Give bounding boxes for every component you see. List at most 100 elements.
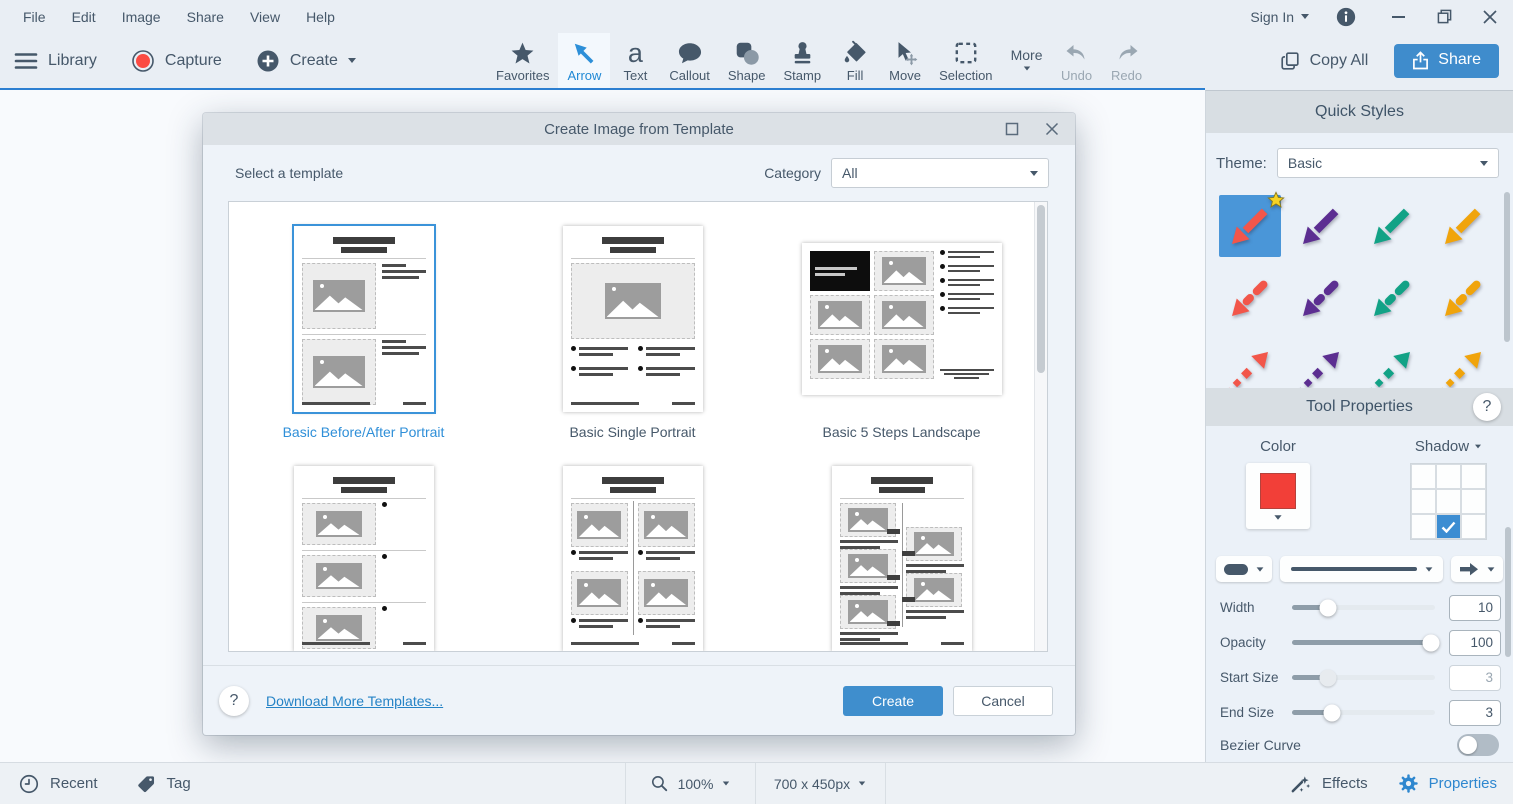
bezier-curve-toggle[interactable] (1457, 734, 1499, 756)
tool-properties-help-button[interactable]: ? (1473, 393, 1501, 421)
color-shadow-row: Color Shadow (1206, 426, 1513, 540)
effects-button[interactable]: Effects (1289, 772, 1368, 795)
start-size-slider[interactable] (1292, 675, 1435, 680)
arrow-style-red-solid[interactable] (1214, 190, 1285, 262)
theme-dropdown[interactable]: Basic (1277, 148, 1499, 178)
end-size-input[interactable] (1449, 700, 1501, 726)
minimize-button[interactable] (1375, 0, 1421, 33)
width-input[interactable] (1449, 595, 1501, 621)
copy-all-button[interactable]: Copy All (1279, 50, 1369, 72)
info-icon[interactable] (1335, 6, 1357, 28)
template-card-3-steps-portrait[interactable] (229, 466, 498, 652)
template-list-scrollbar[interactable] (1034, 202, 1047, 651)
redo-button[interactable]: Redo (1102, 33, 1152, 88)
magic-wand-icon (1289, 772, 1312, 795)
template-card-4-grid-portrait[interactable] (498, 466, 767, 652)
arrow-style-amber-dashed[interactable] (1428, 262, 1499, 334)
theme-value: Basic (1288, 155, 1322, 171)
download-more-templates-link[interactable]: Download More Templates... (266, 693, 443, 709)
slider-thumb[interactable] (1422, 634, 1439, 651)
template-card-timeline-portrait[interactable] (767, 466, 1036, 652)
color-picker[interactable] (1246, 463, 1310, 529)
menu-image[interactable]: Image (109, 9, 174, 25)
tool-arrow[interactable]: Arrow (558, 33, 610, 88)
shadow-cell[interactable] (1436, 489, 1461, 514)
restore-button[interactable] (1421, 0, 1467, 33)
arrow-style-purple-dotted[interactable] (1285, 334, 1356, 388)
category-label: Category (764, 165, 821, 181)
arrow-style-purple-dashed[interactable] (1285, 262, 1356, 334)
opacity-slider[interactable] (1292, 640, 1435, 645)
arrow-style-teal-dashed[interactable] (1357, 262, 1428, 334)
arrow-style-amber-dotted[interactable] (1428, 334, 1499, 388)
menu-share[interactable]: Share (174, 9, 237, 25)
tool-fill[interactable]: Fill (830, 33, 880, 88)
arrow-tail-dropdown[interactable] (1216, 556, 1272, 582)
help-button[interactable]: ? (219, 686, 249, 716)
effects-label: Effects (1322, 775, 1368, 792)
cancel-button[interactable]: Cancel (953, 686, 1053, 716)
width-slider[interactable] (1292, 605, 1435, 610)
scrollbar-thumb[interactable] (1037, 205, 1045, 373)
tool-properties-scrollbar[interactable] (1505, 527, 1511, 657)
template-card-5-steps-landscape[interactable]: Basic 5 Steps Landscape (767, 226, 1036, 440)
share-button[interactable]: Share (1394, 44, 1499, 78)
arrow-style-teal-dotted[interactable] (1357, 334, 1428, 388)
library-button[interactable]: Library (14, 51, 97, 71)
shadow-cell[interactable] (1461, 489, 1486, 514)
end-size-slider[interactable] (1292, 710, 1435, 715)
template-card-single-portrait[interactable]: Basic Single Portrait (498, 226, 767, 440)
shadow-label-wrap[interactable]: Shadow (1415, 438, 1482, 455)
tool-stamp[interactable]: Stamp (774, 33, 830, 88)
canvas-size-control[interactable]: 700 x 450px (755, 763, 885, 804)
opacity-row: Opacity (1206, 625, 1513, 660)
tool-selection[interactable]: Selection (930, 33, 1001, 88)
dialog-close-icon[interactable] (1045, 122, 1059, 136)
arrow-style-amber-solid[interactable] (1428, 190, 1499, 262)
menu-help[interactable]: Help (293, 9, 348, 25)
arrow-style-purple-solid[interactable] (1285, 190, 1356, 262)
capture-button[interactable]: Capture (131, 49, 222, 73)
tag-button[interactable]: Tag (136, 773, 191, 794)
properties-button[interactable]: Properties (1398, 773, 1497, 794)
maximize-icon[interactable] (1005, 122, 1019, 136)
template-card-before-after[interactable]: Basic Before/After Portrait (229, 226, 498, 440)
shadow-cell[interactable] (1461, 514, 1486, 539)
dialog-titlebar[interactable]: Create Image from Template (203, 113, 1075, 145)
category-dropdown[interactable]: All (831, 158, 1049, 188)
tool-text[interactable]: a Text (610, 33, 660, 88)
shadow-cell[interactable] (1436, 464, 1461, 489)
arrow-style-teal-solid[interactable] (1357, 190, 1428, 262)
toggle-knob (1459, 736, 1477, 754)
tool-callout[interactable]: Callout (660, 33, 718, 88)
tool-move[interactable]: Move (880, 33, 930, 88)
shadow-cell[interactable] (1461, 464, 1486, 489)
shadow-cell[interactable] (1411, 464, 1436, 489)
undo-button[interactable]: Undo (1052, 33, 1102, 88)
menu-edit[interactable]: Edit (59, 9, 109, 25)
sign-in-menu[interactable]: Sign In (1250, 9, 1309, 25)
create-template-button[interactable]: Create (843, 686, 943, 716)
opacity-input[interactable] (1449, 630, 1501, 656)
shadow-cell[interactable] (1411, 514, 1436, 539)
arrow-style-red-dashed[interactable] (1214, 262, 1285, 334)
arrow-head-dropdown[interactable] (1451, 556, 1503, 582)
recent-button[interactable]: Recent (18, 773, 98, 795)
zoom-control[interactable]: 100% (625, 763, 755, 804)
menu-file[interactable]: File (10, 9, 59, 25)
tool-more[interactable]: More (1002, 33, 1052, 88)
shadow-cell-selected[interactable] (1436, 514, 1461, 539)
canvas-size-value: 700 x 450px (774, 776, 850, 792)
tool-shape[interactable]: Shape (719, 33, 775, 88)
color-swatch (1260, 473, 1296, 509)
shadow-cell[interactable] (1411, 489, 1436, 514)
line-style-dropdown[interactable] (1280, 556, 1443, 582)
arrow-style-red-dotted[interactable] (1214, 334, 1285, 388)
close-button[interactable] (1467, 0, 1513, 33)
create-button[interactable]: Create (256, 49, 356, 73)
menu-view[interactable]: View (237, 9, 293, 25)
quick-styles-scrollbar[interactable] (1504, 192, 1510, 342)
tool-favorites[interactable]: Favorites (487, 33, 558, 88)
slider-thumb[interactable] (1324, 704, 1341, 721)
slider-thumb[interactable] (1319, 599, 1336, 616)
